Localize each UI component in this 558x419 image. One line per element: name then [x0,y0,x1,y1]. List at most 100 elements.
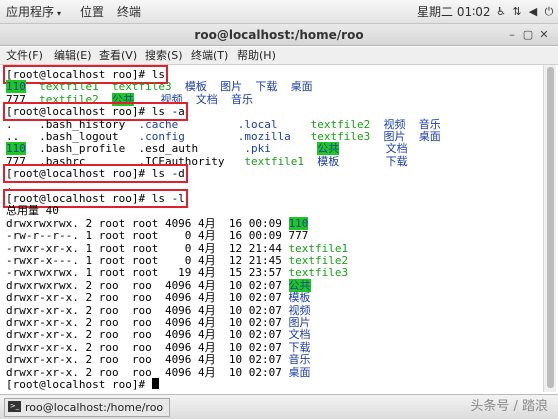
command-line: [root@localhost roo]# ls -a [3,102,188,122]
output-line: -rwxr-xr-x. 1 root root 0 4月 12 21:44 te… [6,242,348,255]
close-button[interactable]: ✕ [536,27,552,43]
output-line: 110 textfile1 textfile3 模板 图片 下载 桌面 [6,80,313,94]
terminal-app-menu[interactable]: 终端 [117,0,141,24]
output-text: drwxr-xr-x. 2 roo roo 4096 4月 10 02:07 [6,365,289,379]
output-text: 下载 [288,340,311,354]
output-text: -rwxr-x---. 1 root root 0 4月 12 21:45 [6,254,289,267]
menu-search[interactable]: 搜索(S) [145,47,183,65]
scrollbar[interactable] [543,65,556,392]
maximize-button[interactable]: ▢ [520,27,536,43]
chevron-down-icon: ▾ [57,9,62,18]
volume-icon[interactable]: ◀ [526,5,540,19]
output-text: .cache .local [138,117,311,131]
taskbar-task-label: roo@localhost:/home/roo [25,401,164,414]
output-text: 公共 [111,92,134,106]
taskbar-terminal-button[interactable]: >_ roo@localhost:/home/roo [4,398,171,417]
output-line: . .bash_history .cache .local textfile2 … [6,118,441,131]
accessibility-icon[interactable]: ♿ [494,5,508,19]
terminal-icon: >_ [8,401,21,412]
output-text: drwxr-xr-x. 2 roo roo 4096 4月 10 02:07 [6,291,289,305]
output-text: 视频 [288,303,311,317]
menu-bar: 文件(F) 编辑(E) 查看(V) 搜索(S) 终端(T) 帮助(H) [0,47,558,65]
output-line: 总用量 40 [6,204,59,217]
output-text: -rwxrwxrwx. 1 root root 19 4月 15 23:57 [6,266,289,280]
output-text: 模板 下载 [317,154,408,168]
output-line: drwxr-xr-x. 2 roo roo 4096 4月 10 02:07 模… [6,291,311,304]
output-text: . [6,179,13,193]
output-line: drwxr-xr-x. 2 roo roo 4096 4月 10 02:07 文… [6,328,311,341]
output-line: -rw-r--r--. 1 root root 0 4月 16 00:09 77… [6,229,308,242]
menu-view[interactable]: 查看(V) [99,47,137,65]
output-text: textfile3 [288,266,349,280]
output-text: -rw-r--r--. 1 root root 0 4月 16 00:09 77… [6,229,309,243]
output-line: . [6,180,13,193]
output-line: [root@localhost roo]# [6,378,159,391]
output-text: 110 [288,216,309,230]
clock[interactable]: 星期二 01∶02 [417,0,490,24]
taskbar: >_ roo@localhost:/home/roo 头条号 / 踏浪 [0,394,558,419]
minimize-button[interactable]: – [504,27,520,43]
output-text: . .bash_history [6,117,139,131]
highlighted-command: [root@localhost roo]# ls -a [3,102,188,122]
output-text: 110 [6,142,26,156]
output-text: textfile1 [244,154,318,168]
terminal-output[interactable]: [root@localhost roo]# ls 110 textfile1 te… [2,65,542,392]
output-text: 模板 图片 下载 桌面 [184,80,313,94]
output-text: drwxrwxrwx. 2 root root 4096 4月 16 00:09 [6,216,289,230]
applications-menu[interactable]: 应用程序 ▾ [6,0,61,24]
watermark: 头条号 / 踏浪 [470,399,548,414]
output-line: drwxrwxrwx. 2 roo roo 4096 4月 10 02:07 公… [6,278,311,292]
output-text: textfile1 [288,241,349,255]
output-text: 公共 [288,278,311,292]
output-text: textfile2 [310,117,384,131]
output-text: 公共 [317,142,340,156]
power-icon[interactable]: ⏻ [542,5,556,19]
menu-terminal[interactable]: 终端(T) [191,47,228,65]
output-text: 总用量 40 [6,204,59,218]
output-line: drwxrwxrwx. 2 root root 4096 4月 16 00:09… [6,216,309,230]
menu-edit[interactable]: 编辑(E) [54,47,92,65]
output-text: textfile1 textfile3 [25,80,185,94]
output-text: 777 .bashrc .ICEauthority [6,154,245,168]
window-title: roo@localhost:/home/roo [194,28,364,42]
output-text: drwxr-xr-x. 2 roo roo 4096 4月 10 02:07 [6,328,289,342]
output-text: 文档 [339,142,408,156]
menu-file[interactable]: 文件(F) [6,47,43,65]
output-text: -rwxr-xr-x. 1 root root 0 4月 12 21:44 [6,241,289,255]
output-line: drwxr-xr-x. 2 roo roo 4096 4月 10 02:07 视… [6,304,311,317]
window-titlebar[interactable]: roo@localhost:/home/roo – ▢ ✕ [0,24,558,46]
output-line: -rwxr-x---. 1 root root 0 4月 12 21:45 te… [6,254,348,267]
output-line: 777 textfile2 公共 视频 文档 音乐 [6,92,253,106]
output-text: textfile2 [39,92,112,106]
output-text: 777 [6,92,40,106]
network-icon[interactable]: ⇅ [510,5,524,19]
menu-help[interactable]: 帮助(H) [237,47,276,65]
output-text: drwxrwxrwx. 2 roo roo 4096 4月 10 02:07 [6,278,289,292]
output-line: drwxr-xr-x. 2 roo roo 4096 4月 10 02:07 音… [6,353,311,366]
text-cursor [151,378,159,389]
output-text: 音乐 [288,353,311,367]
output-text: textfile2 [288,254,349,267]
command-line: [root@localhost roo]# ls -d [3,164,188,184]
output-text: drwxr-xr-x. 2 roo roo 4096 4月 10 02:07 [6,340,289,354]
output-text: [root@localhost roo]# [6,378,152,391]
output-line: 777 .bashrc .ICEauthority textfile1 模板 下… [6,155,408,168]
output-text: 桌面 [288,365,311,379]
output-line: 110 .bash_profile .esd_auth .pki 公共 文档 [6,142,408,156]
applications-label: 应用程序 [6,5,55,19]
output-text: 110 [6,80,26,94]
output-text: 文档 [288,328,311,342]
output-text: .pki [244,142,318,156]
places-menu[interactable]: 位置 [80,0,104,24]
scrollbar-thumb[interactable] [547,67,554,388]
top-panel: 应用程序 ▾ 位置 终端 星期二 01∶02 ♿ ⇅ ◀ ⏻ [0,0,558,24]
output-text: drwxr-xr-x. 2 roo roo 4096 4月 10 02:07 [6,353,289,367]
output-text: .bash_profile .esd_auth [25,142,245,156]
output-line: drwxr-xr-x. 2 roo roo 4096 4月 10 02:07 下… [6,341,311,354]
output-line: -rwxrwxrwx. 1 root root 19 4月 15 23:57 t… [6,266,348,279]
output-text: 模板 [288,291,311,305]
highlighted-command: [root@localhost roo]# ls -d [3,164,188,184]
output-text: drwxr-xr-x. 2 roo roo 4096 4月 10 02:07 [6,303,289,317]
output-line: drwxr-xr-x. 2 roo roo 4096 4月 10 02:07 桌… [6,366,311,379]
output-text: 视频 文档 音乐 [133,92,253,106]
